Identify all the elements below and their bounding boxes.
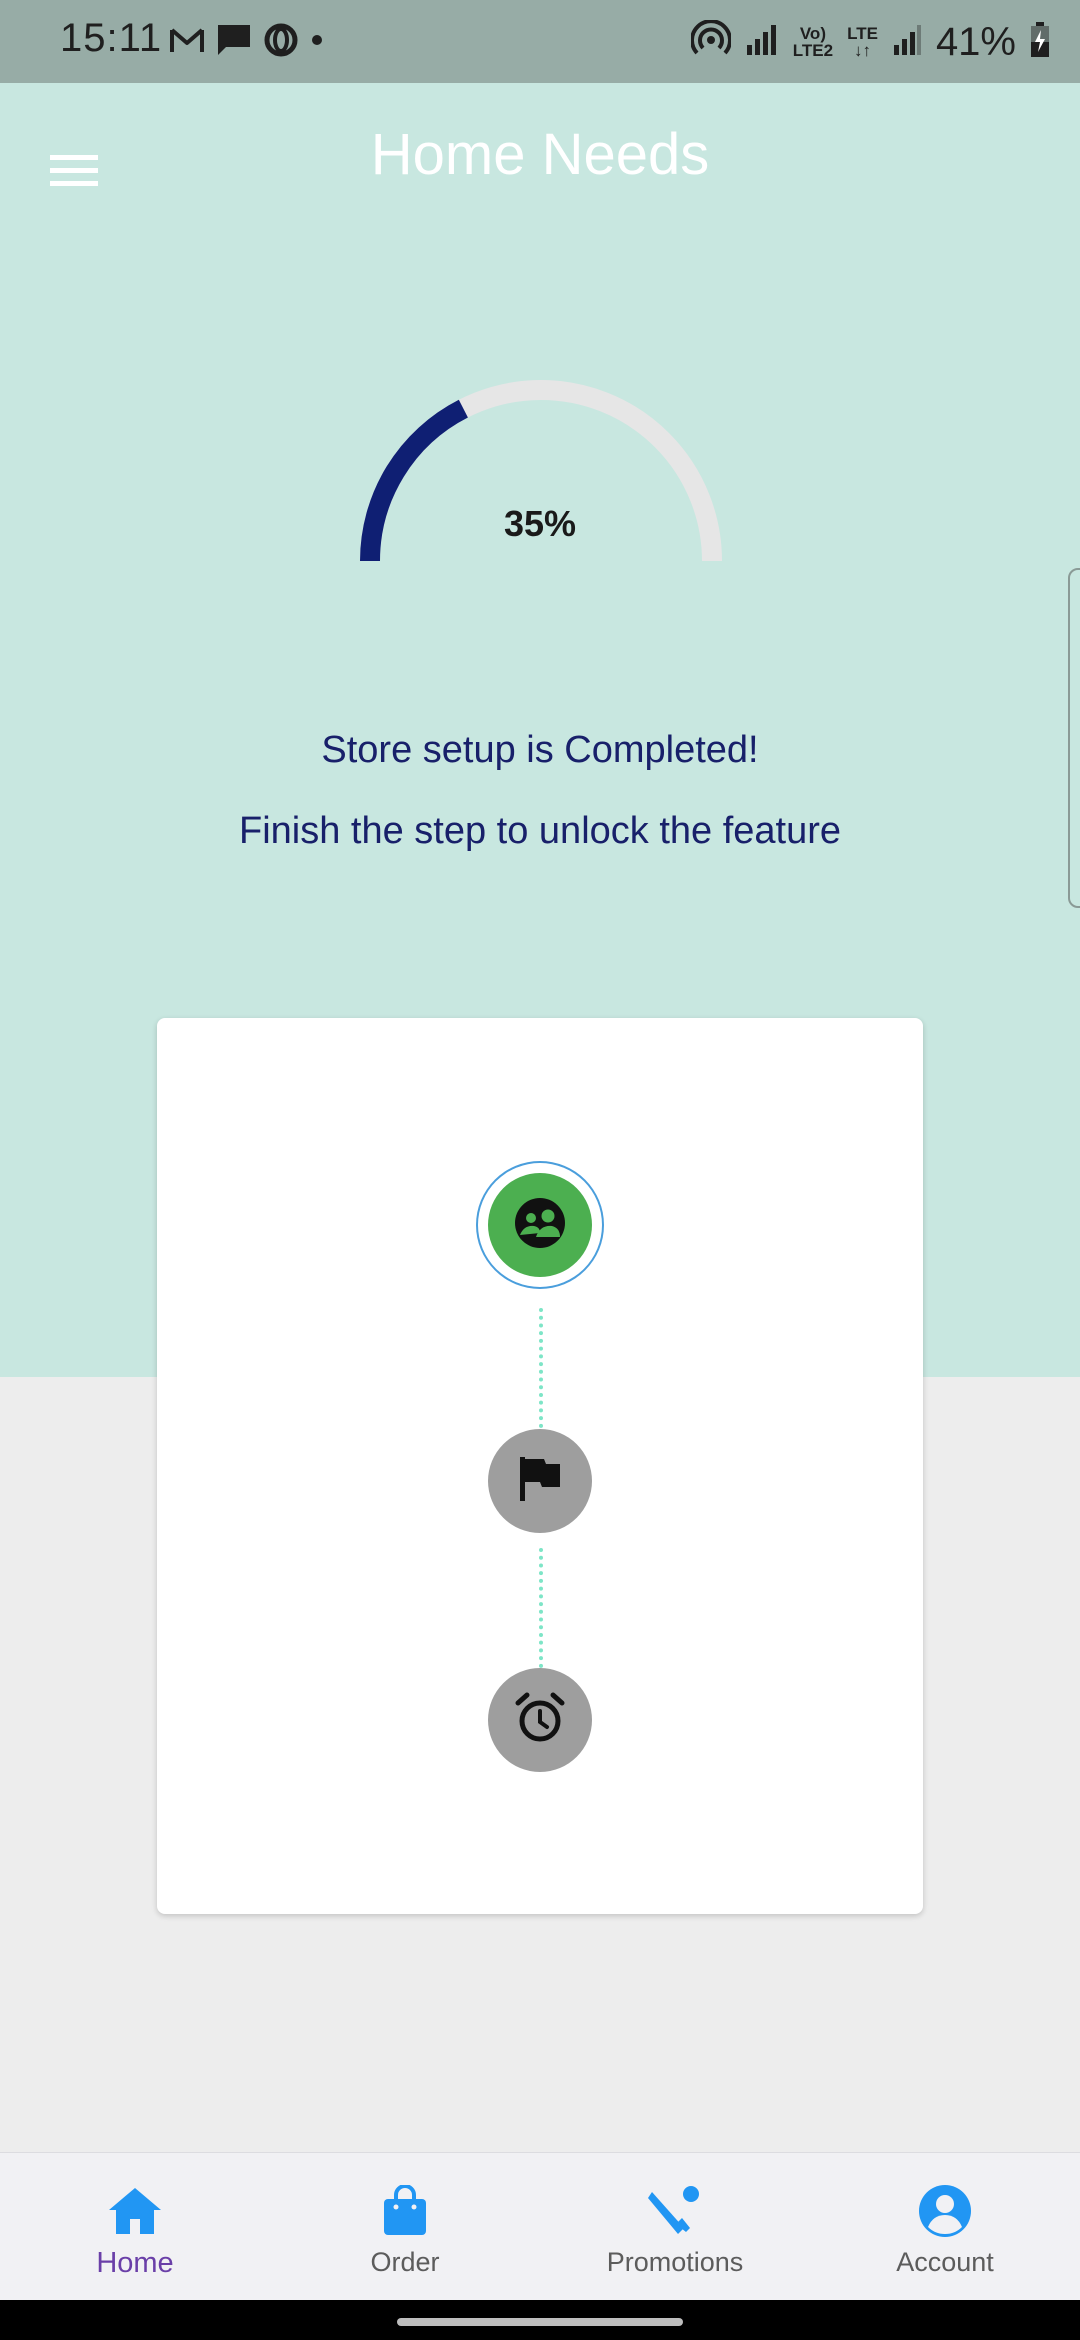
- nav-promotions[interactable]: Promotions: [540, 2153, 810, 2301]
- nav-promotions-label: Promotions: [606, 2247, 744, 2277]
- flag-icon: [518, 1455, 562, 1508]
- alarm-clock-icon: [513, 1691, 567, 1750]
- promotions-icon: [645, 2181, 705, 2241]
- gmail-icon: [170, 26, 204, 59]
- nav-home-label: Home: [96, 2247, 174, 2279]
- page-title: Home Needs: [370, 122, 710, 187]
- nav-order[interactable]: Order: [270, 2153, 540, 2301]
- opera-icon: [264, 23, 298, 62]
- status-bar: 15:11 Vo) LTE2 LTE ↓↑ 41%: [0, 0, 1080, 83]
- nav-account-label: Account: [896, 2247, 994, 2277]
- volte-label: Vo): [799, 24, 826, 43]
- nav-home[interactable]: Home: [0, 2153, 270, 2301]
- system-status: Vo) LTE2 LTE ↓↑ 41%: [689, 14, 1050, 70]
- step-flag[interactable]: [488, 1429, 592, 1533]
- nav-account[interactable]: Account: [810, 2153, 1080, 2301]
- home-icon: [105, 2181, 165, 2241]
- account-icon: [915, 2181, 975, 2241]
- signal-icon: [745, 23, 779, 62]
- lte-indicator: LTE ↓↑: [847, 25, 878, 59]
- status-time: 15:11: [60, 16, 163, 60]
- signal-icon-2: [892, 23, 922, 62]
- setup-status-message: Store setup is Completed!: [321, 729, 759, 771]
- setup-steps-card: [157, 1018, 923, 1914]
- lte2-indicator: Vo) LTE2: [793, 25, 833, 59]
- side-drawer-handle[interactable]: [1068, 568, 1080, 908]
- setup-instruction-message: Finish the step to unlock the feature: [238, 810, 842, 852]
- hotspot-icon: [689, 18, 732, 65]
- battery-charging-icon: [1030, 21, 1050, 63]
- store-setup-icon: [512, 1195, 568, 1256]
- system-gesture-bar: [0, 2300, 1080, 2340]
- step-connector: [539, 1308, 543, 1428]
- message-icon: [216, 23, 252, 62]
- step-connector: [539, 1548, 543, 1668]
- notification-icons: [170, 20, 324, 64]
- bottom-navigation: Home Order Promotions Account: [0, 2152, 1080, 2301]
- nav-order-label: Order: [370, 2247, 440, 2277]
- battery-percent: 41%: [935, 19, 1016, 64]
- lte2-label: LTE2: [792, 41, 834, 60]
- dot-icon: [310, 33, 324, 52]
- shopping-bag-icon: [375, 2181, 435, 2241]
- step-store-setup[interactable]: [488, 1173, 592, 1277]
- home-gesture-handle[interactable]: [397, 2318, 683, 2326]
- step-alarm[interactable]: [488, 1668, 592, 1772]
- lte-label: LTE: [847, 24, 878, 43]
- data-arrows-icon: ↓↑: [854, 41, 871, 60]
- progress-label: 35%: [503, 503, 577, 544]
